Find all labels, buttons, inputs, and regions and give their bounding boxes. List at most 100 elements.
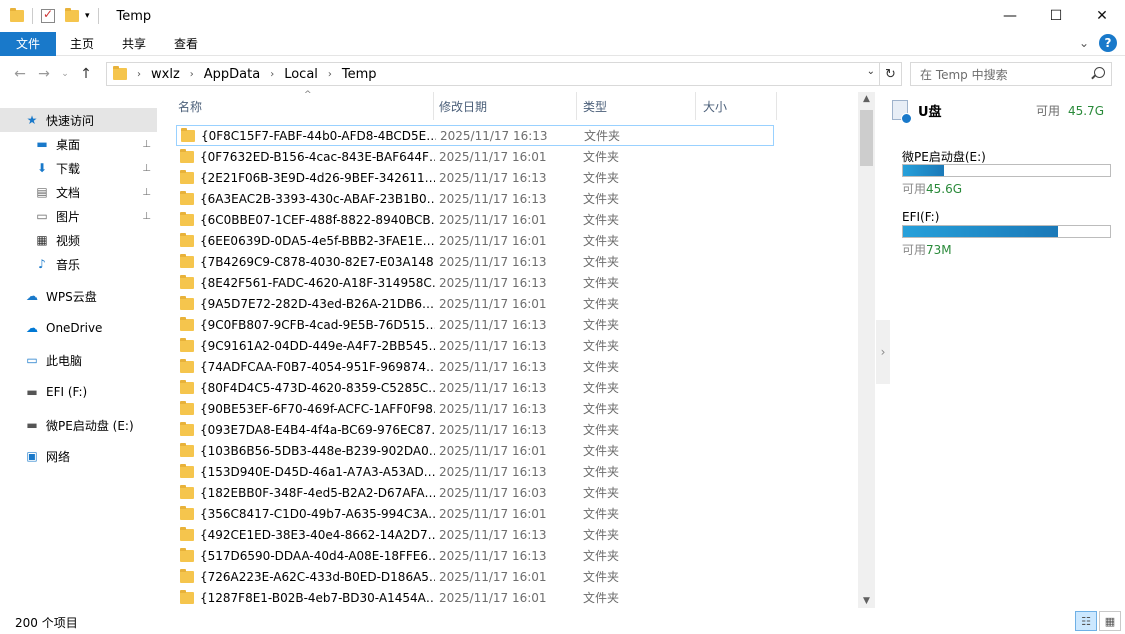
forward-button[interactable]: → xyxy=(32,66,56,82)
file-row[interactable]: {6EE0639D-0DA5-4e5f-BBB2-3FAE1E… 2025/11/… xyxy=(176,230,774,251)
sidebar-item[interactable]: ★ 快速访问 xyxy=(0,108,157,132)
sidebar-item[interactable]: ☁ OneDrive xyxy=(0,316,157,340)
recent-locations-button[interactable]: ⌄ xyxy=(56,69,74,79)
up-button[interactable]: ↑ xyxy=(74,66,98,82)
file-row[interactable]: {726A223E-A62C-433d-B0ED-D186A5… 2025/11/… xyxy=(176,566,774,587)
sidebar-item-label: 此电脑 xyxy=(46,353,83,368)
file-row[interactable]: {0F7632ED-B156-4cac-843E-BAF644F… 2025/11… xyxy=(176,146,774,167)
file-row[interactable]: {8E42F561-FADC-4620-A18F-314958C… 2025/11… xyxy=(176,272,774,293)
drive-e-free-value: 45.6G xyxy=(926,182,963,196)
file-row[interactable]: {0F8C15F7-FABF-44b0-AFD8-4BCD5E… 2025/11/… xyxy=(176,125,774,146)
vertical-scrollbar[interactable]: ▲ ▼ xyxy=(858,92,875,608)
sidebar-item[interactable]: ▬ EFI (F:) xyxy=(0,380,157,404)
scrollbar-thumb[interactable] xyxy=(860,110,873,166)
help-icon[interactable]: ? xyxy=(1099,34,1117,52)
sidebar-item[interactable]: ▬ 桌面 ⊥ xyxy=(0,132,157,156)
file-row[interactable]: {74ADFCAA-F0B7-4054-951F-969874… 2025/11/… xyxy=(176,356,774,377)
breadcrumb-separator[interactable]: › xyxy=(328,69,332,80)
file-row[interactable]: {2E21F06B-3E9D-4d26-9BEF-342611… 2025/11/… xyxy=(176,167,774,188)
sidebar-item[interactable]: ▭ 此电脑 xyxy=(0,348,157,372)
breadcrumb-separator[interactable]: › xyxy=(137,69,141,80)
sidebar-item-label: WPS云盘 xyxy=(46,289,97,304)
breadcrumb-separator[interactable]: › xyxy=(190,69,194,80)
column-header-date[interactable]: 修改日期 xyxy=(439,92,574,120)
file-row[interactable]: {9C0FB807-9CFB-4cad-9E5B-76D515… 2025/11/… xyxy=(176,314,774,335)
address-history-dropdown[interactable]: ⌄ xyxy=(867,66,875,77)
file-row[interactable]: {9C9161A2-04DD-449e-A4F7-2BB545… 2025/11/… xyxy=(176,335,774,356)
drive-name: U盘 xyxy=(918,104,942,120)
search-input[interactable]: 在 Temp 中搜索 xyxy=(910,62,1112,86)
file-date: 2025/11/17 16:01 xyxy=(439,443,547,458)
drive-free-space: 可用 45.7G xyxy=(1036,102,1104,119)
column-divider[interactable] xyxy=(433,92,434,120)
breadcrumb-local[interactable]: Local xyxy=(284,67,318,82)
file-row[interactable]: {356C8417-C1D0-49b7-A635-994C3A… 2025/11/… xyxy=(176,503,774,524)
file-row[interactable]: {492CE1ED-38E3-40e4-8662-14A2D7… 2025/11/… xyxy=(176,524,774,545)
breadcrumb-wxlz[interactable]: wxlz xyxy=(151,67,180,82)
close-button[interactable]: ✕ xyxy=(1079,0,1125,32)
file-row[interactable]: {6C0BBE07-1CEF-488f-8822-8940BCB… 2025/11… xyxy=(176,209,774,230)
file-row[interactable]: {153D940E-D45D-46a1-A7A3-A53AD… 2025/11/1… xyxy=(176,461,774,482)
sidebar-item[interactable]: ▤ 文档 ⊥ xyxy=(0,180,157,204)
file-row[interactable]: {9A5D7E72-282D-43ed-B26A-21DB6… 2025/11/1… xyxy=(176,293,774,314)
folder-icon xyxy=(180,148,194,163)
pin-icon[interactable]: ⊥ xyxy=(142,211,151,222)
details-view-button[interactable]: ☷ xyxy=(1075,611,1097,631)
navigation-pane: ★ 快速访问 ▬ 桌面 ⊥ ⬇ 下载 ⊥ ▤ 文档 ⊥ ▭ 图片 ⊥ ▦ 视频 ♪ 音乐 ☁ WPS云盘 ☁ OneDri… xyxy=(0,96,160,606)
large-icons-view-button[interactable]: ▦ xyxy=(1099,611,1121,631)
search-icon[interactable] xyxy=(1094,67,1105,78)
scroll-down-icon[interactable]: ▼ xyxy=(858,596,875,606)
file-row[interactable]: {80F4D4C5-473D-4620-8359-C5285C… 2025/11/… xyxy=(176,377,774,398)
new-folder-icon[interactable] xyxy=(65,8,79,22)
file-row[interactable]: {7B4269C9-C878-4030-82E7-E03A148… 2025/11… xyxy=(176,251,774,272)
tab-home[interactable]: 主页 xyxy=(56,32,108,56)
column-divider[interactable] xyxy=(576,92,577,120)
file-name: {9A5D7E72-282D-43ed-B26A-21DB6… xyxy=(200,296,434,311)
refresh-button[interactable]: ↻ xyxy=(880,62,902,86)
pin-icon[interactable]: ⊥ xyxy=(142,163,151,174)
minimize-button[interactable]: — xyxy=(987,0,1033,32)
file-row[interactable]: {6A3EAC2B-3393-430c-ABAF-23B1B0… 2025/11/… xyxy=(176,188,774,209)
cloud-icon: ☁ xyxy=(26,289,38,303)
maximize-button[interactable]: ☐ xyxy=(1033,0,1079,32)
pin-icon[interactable]: ⊥ xyxy=(142,187,151,198)
column-header-type[interactable]: 类型 xyxy=(583,92,693,120)
folder-icon xyxy=(180,400,194,415)
pin-icon[interactable]: ⊥ xyxy=(142,139,151,150)
column-header-name[interactable]: 名称 ^ xyxy=(178,90,433,120)
address-bar[interactable]: › wxlz › AppData › Local › Temp ⌄ xyxy=(106,62,880,86)
tab-view[interactable]: 查看 xyxy=(160,32,212,56)
sidebar-item[interactable]: ☁ WPS云盘 xyxy=(0,284,157,308)
file-row[interactable]: {182EBB0F-348F-4ed5-B2A2-D67AFA… 2025/11/… xyxy=(176,482,774,503)
file-row[interactable]: {093E7DA8-E4B4-4f4a-BC69-976EC87… 2025/11… xyxy=(176,419,774,440)
file-list: 名称 ^ 修改日期 类型 大小 {0F8C15F7-FABF-44b0-AFD8… xyxy=(172,90,858,608)
sidebar-item[interactable]: ▣ 网络 xyxy=(0,444,157,468)
column-header-size[interactable]: 大小 xyxy=(703,92,773,120)
file-type: 文件夹 xyxy=(583,444,620,458)
breadcrumb-appdata[interactable]: AppData xyxy=(204,67,260,82)
sidebar-item[interactable]: ▦ 视频 xyxy=(0,228,157,252)
tab-share[interactable]: 共享 xyxy=(108,32,160,56)
properties-icon[interactable] xyxy=(41,7,55,23)
expand-ribbon-icon[interactable]: ⌄ xyxy=(1079,36,1089,50)
column-divider[interactable] xyxy=(695,92,696,120)
file-row[interactable]: {517D6590-DDAA-40d4-A08E-18FFE6… 2025/11/… xyxy=(176,545,774,566)
file-row[interactable]: {90BE53EF-6F70-469f-ACFC-1AFF0F98… 2025/1… xyxy=(176,398,774,419)
customize-toolbar-icon[interactable]: ▾ xyxy=(85,11,90,21)
sidebar-item[interactable]: ▭ 图片 ⊥ xyxy=(0,204,157,228)
tab-file[interactable]: 文件 xyxy=(0,31,56,56)
sidebar-item[interactable]: ▬ 微PE启动盘 (E:) xyxy=(0,413,157,437)
sidebar-item[interactable]: ⬇ 下载 ⊥ xyxy=(0,156,157,180)
file-type: 文件夹 xyxy=(583,339,620,353)
file-row[interactable]: {103B6B56-5DB3-448e-B239-902DA0… 2025/11/… xyxy=(176,440,774,461)
breadcrumb-temp[interactable]: Temp xyxy=(342,67,377,82)
file-type: 文件夹 xyxy=(583,297,620,311)
file-name: {6C0BBE07-1CEF-488f-8822-8940BCB… xyxy=(200,212,435,227)
file-row[interactable]: {1287F8E1-B02B-4eb7-BD30-A1454A… 2025/11/… xyxy=(176,587,774,608)
collapse-pane-button[interactable]: › xyxy=(876,320,890,384)
back-button[interactable]: ← xyxy=(8,66,32,82)
sidebar-item[interactable]: ♪ 音乐 xyxy=(0,252,157,276)
scroll-up-icon[interactable]: ▲ xyxy=(858,94,875,104)
breadcrumb-separator[interactable]: › xyxy=(270,69,274,80)
column-divider[interactable] xyxy=(776,92,777,120)
